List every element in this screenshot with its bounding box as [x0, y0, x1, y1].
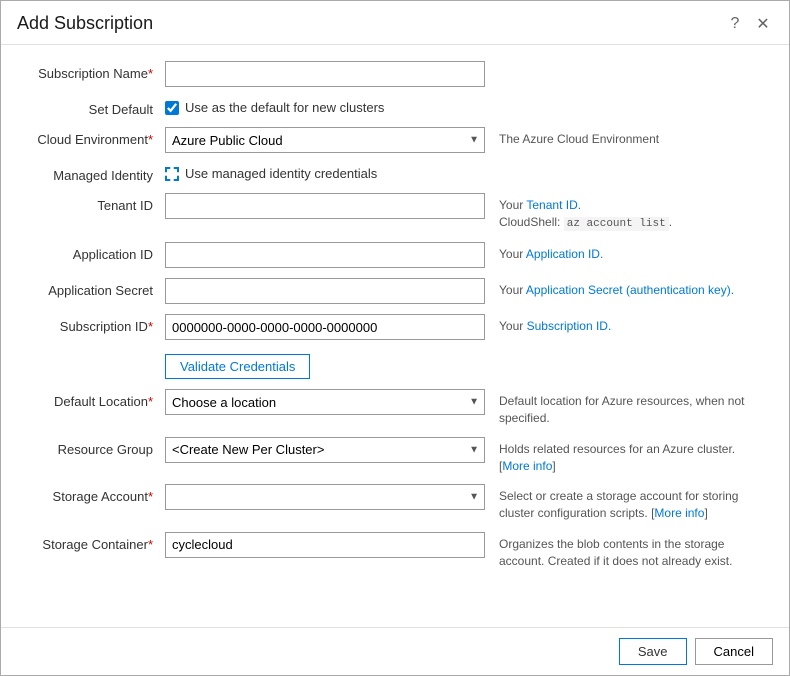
default-location-control: Choose a location ▼ — [165, 389, 485, 415]
cloud-environment-select-wrap: Azure Public Cloud Azure China Cloud Azu… — [165, 127, 485, 153]
application-secret-control — [165, 278, 485, 304]
subscription-name-label: Subscription Name* — [25, 61, 165, 81]
application-id-link[interactable]: Application ID. — [526, 247, 603, 261]
subscription-id-link[interactable]: Subscription ID. — [527, 319, 612, 333]
default-location-label: Default Location* — [25, 389, 165, 409]
storage-container-hint: Organizes the blob contents in the stora… — [485, 532, 765, 570]
set-default-checkbox[interactable] — [165, 101, 179, 115]
validate-control: Validate Credentials — [165, 350, 485, 379]
set-default-row: Set Default Use as the default for new c… — [25, 97, 765, 117]
default-location-row: Default Location* Choose a location ▼ De… — [25, 389, 765, 427]
default-location-select-wrap: Choose a location ▼ — [165, 389, 485, 415]
set-default-hint — [485, 97, 765, 101]
managed-identity-control: Use managed identity credentials — [165, 163, 485, 181]
subscription-name-row: Subscription Name* — [25, 61, 765, 87]
resource-group-more-link[interactable]: More info — [502, 459, 552, 473]
cancel-button[interactable]: Cancel — [695, 638, 773, 665]
validate-row: Validate Credentials — [25, 350, 765, 379]
close-icon[interactable]: ✕ — [753, 14, 773, 34]
dialog-header: Add Subscription ? ✕ — [1, 1, 789, 45]
application-id-label: Application ID — [25, 242, 165, 262]
subscription-id-row: Subscription ID* Your Subscription ID. — [25, 314, 765, 340]
application-id-control — [165, 242, 485, 268]
managed-identity-row: Managed Identity Use managed identity cr… — [25, 163, 765, 183]
storage-account-control: ▼ — [165, 484, 485, 510]
tenant-id-hint: Your Tenant ID. CloudShell: az account l… — [485, 193, 765, 232]
tenant-id-input[interactable] — [165, 193, 485, 219]
storage-account-select-wrap: ▼ — [165, 484, 485, 510]
save-button[interactable]: Save — [619, 638, 687, 665]
add-subscription-dialog: Add Subscription ? ✕ Subscription Name* … — [0, 0, 790, 676]
storage-account-hint: Select or create a storage account for s… — [485, 484, 765, 522]
tenant-id-code: az account list — [564, 217, 669, 231]
cloud-environment-label: Cloud Environment* — [25, 127, 165, 147]
application-secret-row: Application Secret Your Application Secr… — [25, 278, 765, 304]
subscription-id-label: Subscription ID* — [25, 314, 165, 334]
resource-group-label: Resource Group — [25, 437, 165, 457]
storage-account-select[interactable] — [165, 484, 485, 510]
subscription-id-input[interactable] — [165, 314, 485, 340]
header-icons: ? ✕ — [725, 14, 773, 34]
managed-identity-hint — [485, 163, 765, 167]
tenant-id-label: Tenant ID — [25, 193, 165, 213]
storage-container-input[interactable] — [165, 532, 485, 558]
dialog-title: Add Subscription — [17, 13, 153, 34]
managed-identity-checkbox-label: Use managed identity credentials — [185, 166, 377, 181]
application-secret-label: Application Secret — [25, 278, 165, 298]
storage-container-label: Storage Container* — [25, 532, 165, 552]
help-icon[interactable]: ? — [725, 15, 745, 33]
set-default-control: Use as the default for new clusters — [165, 97, 485, 115]
application-secret-link[interactable]: Application Secret (authentication key). — [526, 283, 734, 297]
validate-credentials-button[interactable]: Validate Credentials — [165, 354, 310, 379]
validate-hint — [485, 350, 765, 354]
resource-group-row: Resource Group <Create New Per Cluster> … — [25, 437, 765, 475]
application-secret-input[interactable] — [165, 278, 485, 304]
tenant-id-row: Tenant ID Your Tenant ID. CloudShell: az… — [25, 193, 765, 232]
storage-account-info-link[interactable]: info — [685, 506, 704, 520]
resource-group-hint: Holds related resources for an Azure clu… — [485, 437, 765, 475]
subscription-id-control — [165, 314, 485, 340]
tenant-id-link[interactable]: Tenant ID. — [526, 198, 581, 212]
subscription-name-control — [165, 61, 485, 87]
application-secret-hint: Your Application Secret (authentication … — [485, 278, 765, 299]
resource-group-select[interactable]: <Create New Per Cluster> — [165, 437, 485, 463]
set-default-label: Set Default — [25, 97, 165, 117]
resource-group-control: <Create New Per Cluster> ▼ — [165, 437, 485, 463]
default-location-select[interactable]: Choose a location — [165, 389, 485, 415]
dialog-footer: Save Cancel — [1, 627, 789, 675]
application-id-input[interactable] — [165, 242, 485, 268]
application-id-hint: Your Application ID. — [485, 242, 765, 263]
cloud-environment-control: Azure Public Cloud Azure China Cloud Azu… — [165, 127, 485, 153]
set-default-checkbox-label: Use as the default for new clusters — [185, 100, 384, 115]
managed-identity-wrap: Use managed identity credentials — [165, 163, 377, 181]
validate-spacer — [25, 350, 165, 355]
cloud-environment-hint: The Azure Cloud Environment — [485, 127, 765, 148]
storage-container-row: Storage Container* Organizes the blob co… — [25, 532, 765, 570]
storage-account-label: Storage Account* — [25, 484, 165, 504]
application-id-row: Application ID Your Application ID. — [25, 242, 765, 268]
managed-identity-label: Managed Identity — [25, 163, 165, 183]
managed-identity-checkbox[interactable] — [165, 167, 179, 181]
subscription-name-input[interactable] — [165, 61, 485, 87]
set-default-checkbox-wrap: Use as the default for new clusters — [165, 97, 384, 115]
default-location-hint: Default location for Azure resources, wh… — [485, 389, 765, 427]
subscription-name-hint — [485, 61, 765, 65]
cloud-environment-select[interactable]: Azure Public Cloud Azure China Cloud Azu… — [165, 127, 485, 153]
storage-account-row: Storage Account* ▼ Select or create a st… — [25, 484, 765, 522]
cloud-environment-row: Cloud Environment* Azure Public Cloud Az… — [25, 127, 765, 153]
storage-account-more-link[interactable]: More — [654, 506, 681, 520]
storage-container-control — [165, 532, 485, 558]
dialog-body: Subscription Name* Set Default Use as th… — [1, 45, 789, 627]
resource-group-select-wrap: <Create New Per Cluster> ▼ — [165, 437, 485, 463]
tenant-id-control — [165, 193, 485, 219]
subscription-id-hint: Your Subscription ID. — [485, 314, 765, 335]
